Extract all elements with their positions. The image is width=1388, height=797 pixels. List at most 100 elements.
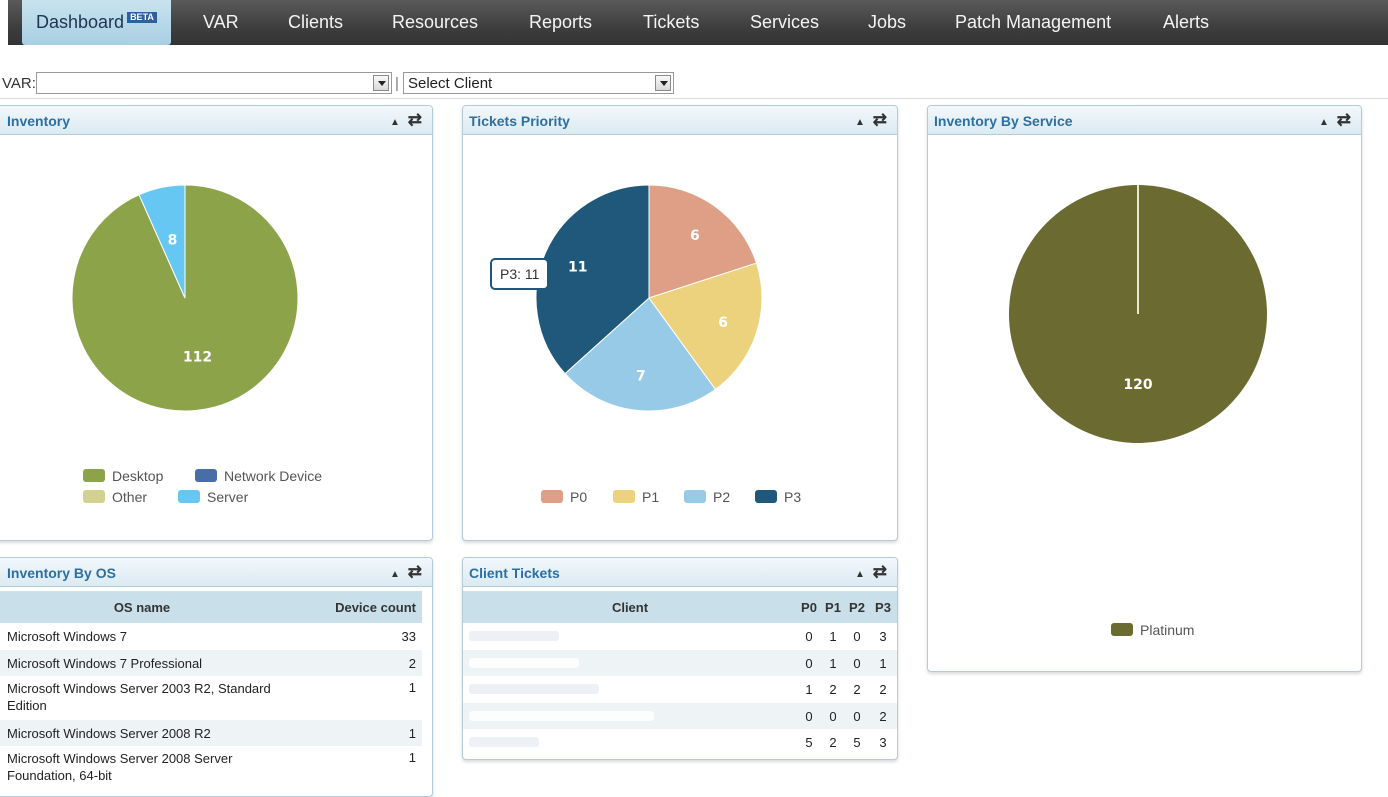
top-nav: Dashboard BETA VAR Clients Resources Repo…	[8, 0, 1388, 45]
p2-count: 5	[853, 735, 861, 750]
chevron-down-icon[interactable]	[655, 75, 671, 91]
table-row[interactable]: Microsoft Windows 7 33	[0, 623, 422, 650]
device-count: 1	[408, 750, 416, 765]
legend-p3[interactable]: P3	[755, 489, 801, 505]
client-name	[463, 623, 797, 650]
nav-var[interactable]: VAR	[203, 0, 239, 45]
column-header-p1[interactable]: P1	[821, 591, 845, 623]
panel-title: Inventory By Service	[934, 113, 1073, 129]
inventory-by-os-panel: Inventory By OS ▲ ⇄ OS name Device count…	[0, 557, 433, 797]
device-count: 1	[408, 680, 416, 695]
legend-label: P2	[713, 489, 731, 505]
legend-label: P3	[784, 489, 802, 505]
p0-count: 0	[805, 655, 813, 671]
nav-alerts[interactable]: Alerts	[1163, 0, 1209, 45]
p3-count: 3	[879, 735, 887, 750]
collapse-icon[interactable]: ▲	[855, 117, 865, 128]
panel-title: Inventory	[7, 113, 71, 129]
table-row[interactable]: Microsoft Windows Server 2008 R2 1	[0, 720, 422, 746]
p1-count: 0	[829, 708, 837, 724]
legend-swatch	[684, 490, 706, 503]
refresh-icon[interactable]: ⇄	[873, 562, 887, 582]
legend-server[interactable]: Server	[178, 489, 248, 505]
legend-desktop[interactable]: Desktop	[83, 468, 163, 484]
legend-swatch	[613, 490, 635, 503]
client-select[interactable]: Select Client	[403, 72, 674, 94]
collapse-icon[interactable]: ▲	[390, 569, 400, 580]
legend-label: P0	[570, 489, 588, 505]
column-header-p2[interactable]: P2	[845, 591, 869, 623]
nav-jobs[interactable]: Jobs	[868, 0, 906, 45]
column-header-device-count[interactable]: Device count	[278, 591, 422, 623]
panel-header: Tickets Priority ▲ ⇄	[463, 106, 897, 135]
refresh-icon[interactable]: ⇄	[1337, 110, 1351, 130]
collapse-icon[interactable]: ▲	[390, 117, 400, 128]
inventory-by-service-pie-chart: 120	[1009, 185, 1267, 443]
p3-count: 3	[879, 629, 887, 644]
p1-count: 1	[829, 655, 837, 671]
column-header-client[interactable]: Client	[463, 591, 797, 623]
legend-p2[interactable]: P2	[684, 489, 730, 505]
inventory-data-label: 8	[168, 232, 178, 248]
nav-resources[interactable]: Resources	[392, 0, 478, 45]
chevron-down-icon[interactable]	[373, 75, 389, 91]
table-row[interactable]: 5 2 5 3	[463, 729, 897, 756]
p2-count: 2	[853, 682, 861, 697]
nav-clients[interactable]: Clients	[288, 0, 343, 45]
device-count: 1	[408, 725, 416, 741]
p3-count: 2	[879, 682, 887, 697]
table-row[interactable]: 1 2 2 2	[463, 676, 897, 703]
column-header-p3[interactable]: P3	[869, 591, 897, 623]
client-name	[463, 650, 797, 676]
legend-other[interactable]: Other	[83, 489, 147, 505]
collapse-icon[interactable]: ▲	[1319, 117, 1329, 128]
collapse-icon[interactable]: ▲	[855, 569, 865, 580]
os-name: Microsoft Windows Server 2003 R2, Standa…	[7, 681, 271, 713]
legend-swatch	[541, 490, 563, 503]
redacted-text	[469, 710, 654, 721]
panel-header: Inventory By OS ▲ ⇄	[0, 558, 432, 587]
client-tickets-table: Client P0 P1 P2 P3 0 1 0 3 0 1 0 1 1 2 2…	[463, 591, 897, 756]
client-name	[463, 729, 797, 756]
p0-count: 0	[805, 629, 813, 644]
p2-count: 0	[853, 655, 861, 671]
legend-label: Network Device	[224, 468, 323, 484]
legend-platinum[interactable]: Platinum	[1111, 622, 1194, 638]
refresh-icon[interactable]: ⇄	[408, 110, 422, 130]
table-row[interactable]: Microsoft Windows 7 Professional 2	[0, 650, 422, 676]
nav-dashboard[interactable]: Dashboard BETA	[22, 0, 171, 45]
nav-services[interactable]: Services	[750, 0, 819, 45]
nav-reports[interactable]: Reports	[529, 0, 592, 45]
inventory-pie-chart: 112 8	[71, 184, 299, 412]
table-row[interactable]: Microsoft Windows Server 2008 Server Fou…	[0, 746, 422, 790]
p2-count: 0	[853, 629, 861, 644]
column-header-p0[interactable]: P0	[797, 591, 821, 623]
pie-tooltip: P3: 11	[490, 258, 550, 290]
legend-p1[interactable]: P1	[613, 489, 659, 505]
refresh-icon[interactable]: ⇄	[408, 562, 422, 582]
p0-count: 5	[805, 735, 813, 750]
table-row[interactable]: 0 0 0 2	[463, 703, 897, 729]
tickets-priority-data-label: 6	[718, 315, 728, 331]
p0-count: 1	[805, 682, 813, 697]
refresh-icon[interactable]: ⇄	[873, 110, 887, 130]
table-row[interactable]: 0 1 0 3	[463, 623, 897, 650]
p2-count: 0	[853, 708, 861, 724]
table-row[interactable]: 0 1 0 1	[463, 650, 897, 676]
tickets-priority-data-label: 7	[636, 369, 646, 385]
legend-p0[interactable]: P0	[541, 489, 587, 505]
legend-label: Other	[112, 489, 148, 505]
legend-swatch	[755, 490, 777, 503]
nav-tickets[interactable]: Tickets	[643, 0, 699, 45]
legend-swatch	[1111, 623, 1133, 636]
device-count: 2	[408, 655, 416, 671]
table-row[interactable]: Microsoft Windows Server 2003 R2, Standa…	[0, 676, 422, 720]
legend-network-device[interactable]: Network Device	[195, 468, 322, 484]
tickets-priority-data-label: 6	[690, 228, 700, 244]
redacted-text	[469, 631, 559, 641]
var-select[interactable]	[36, 72, 392, 94]
p3-count: 2	[879, 708, 887, 724]
nav-patch-management[interactable]: Patch Management	[955, 0, 1111, 45]
redacted-text	[469, 737, 539, 747]
column-header-os-name[interactable]: OS name	[0, 591, 278, 623]
